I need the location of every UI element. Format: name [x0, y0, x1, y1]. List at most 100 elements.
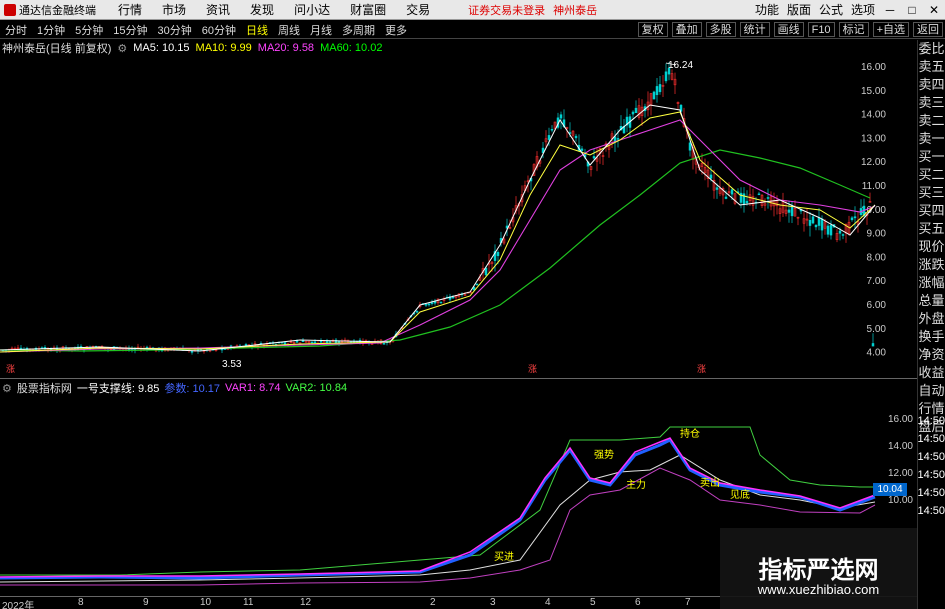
sb-change-pct[interactable]: 涨幅 [918, 274, 945, 292]
price-tick: 16.00 [861, 62, 886, 73]
candle-body [475, 283, 479, 286]
candle-body [382, 343, 386, 345]
date-label: 12 [300, 597, 312, 608]
date-label: 3 [490, 597, 496, 608]
marker-left: 涨 [6, 364, 15, 374]
sb-sell1[interactable]: 卖一 [918, 130, 945, 148]
candle-body [301, 340, 305, 343]
price-tick: 12.00 [861, 157, 886, 168]
sb-time: 14:50 [917, 451, 945, 463]
date-label: 10 [200, 597, 212, 608]
candle-body [652, 91, 656, 100]
candle-body [724, 196, 728, 199]
date-label: 4 [545, 597, 551, 608]
date-label: 7 [685, 597, 691, 608]
sb-auto[interactable]: 自动 [918, 382, 945, 400]
price-tick: 13.00 [861, 133, 886, 144]
sb-earnings[interactable]: 收益 [918, 364, 945, 382]
sb-buy4[interactable]: 买四 [918, 202, 945, 220]
candle-body [559, 114, 563, 119]
indicator-tick: 12.00 [888, 468, 913, 479]
back-button[interactable]: 返回 [913, 22, 943, 37]
candle-body [790, 205, 794, 217]
candle-body [766, 197, 770, 199]
sb-buy1[interactable]: 买一 [918, 148, 945, 166]
candlestick-series [1, 62, 875, 355]
candle-body [871, 343, 875, 347]
candle-body [655, 86, 659, 96]
candle-body [742, 193, 746, 205]
candle-body [616, 138, 620, 140]
candle-body [310, 341, 314, 344]
candle-body [319, 340, 323, 343]
indicator-tick: 14.00 [888, 441, 913, 452]
candle-body [709, 174, 713, 179]
candle-body [496, 252, 500, 257]
indicator-tick: 10.00 [888, 495, 913, 506]
close-icon[interactable]: ✕ [923, 0, 945, 20]
signal-hold: 持仓 [680, 427, 700, 440]
ma5-line [0, 104, 876, 352]
sb-turnover[interactable]: 换手 [918, 328, 945, 346]
candle-body [787, 209, 791, 213]
sb-outer[interactable]: 外盘 [918, 310, 945, 328]
date-label: 8 [78, 597, 84, 608]
sb-buy5[interactable]: 买五 [918, 220, 945, 238]
candle-body [715, 187, 719, 190]
indicator-info-line: ⚙ 股票指标网 一号支撑线: 9.85 参数: 10.17 VAR1: 8.74… [0, 380, 900, 396]
quote-sidebar: 委比 卖五 卖四 卖三 卖二 卖一 买一 买二 买三 买四 买五 现价 涨跌 涨… [917, 40, 945, 609]
sb-netasset[interactable]: 净资 [918, 346, 945, 364]
sb-time: 14:50 [917, 433, 945, 445]
candle-body [592, 156, 596, 159]
sb-change[interactable]: 涨跌 [918, 256, 945, 274]
price-tick: 9.00 [867, 229, 887, 240]
sb-buy3[interactable]: 买三 [918, 184, 945, 202]
price-tick: 6.00 [867, 300, 887, 311]
candle-body [484, 267, 488, 276]
candle-body [838, 230, 842, 234]
date-label: 9 [143, 597, 149, 608]
sidebar-time-list: 14:50 14:50 14:50 14:50 14:50 14:50 [917, 412, 945, 520]
candle-body [190, 351, 194, 353]
sb-time: 14:50 [917, 505, 945, 517]
sb-sell3[interactable]: 卖三 [918, 94, 945, 112]
candle-body [430, 302, 434, 304]
date-label: 5 [590, 597, 596, 608]
date-label: 11 [243, 597, 254, 608]
price-tick: 11.00 [862, 181, 887, 192]
sb-sell5[interactable]: 卖五 [918, 58, 945, 76]
candle-body [829, 224, 833, 236]
price-tick: 15.00 [861, 86, 886, 97]
sb-price[interactable]: 现价 [918, 238, 945, 256]
watermark-title: 指标严选网 [758, 557, 879, 584]
indicator-title: 股票指标网 [16, 383, 72, 395]
sb-sell2[interactable]: 卖二 [918, 112, 945, 130]
indicator-name: 一号支撑线: 9.85 [76, 383, 160, 395]
price-tick: 14.00 [861, 110, 886, 121]
sb-buy2[interactable]: 买二 [918, 166, 945, 184]
indicator-var2: VAR2: 10.84 [285, 382, 348, 394]
pane-divider[interactable] [0, 378, 917, 379]
sb-sell4[interactable]: 卖四 [918, 76, 945, 94]
sb-time: 14:50 [917, 487, 945, 499]
watermark-url: www.xuezhibiao.com [757, 582, 880, 597]
candle-body [808, 219, 812, 226]
signal-sell: 卖出 [700, 476, 720, 489]
candle-body [295, 340, 299, 343]
signal-main: 主力 [626, 478, 646, 491]
candle-body [580, 148, 584, 151]
marker-mid: 涨 [528, 364, 537, 374]
candle-body [574, 135, 578, 139]
price-tick: 5.00 [867, 324, 887, 335]
sb-volume[interactable]: 总量 [918, 292, 945, 310]
kline-chart[interactable]: 16.00 15.00 14.00 13.00 12.00 11.00 10.00 9.00 8… [0, 0, 917, 596]
candle-body [328, 341, 332, 343]
indicator-gear-icon[interactable]: ⚙ [2, 382, 12, 395]
candle-body [415, 311, 419, 313]
candle-body [664, 71, 668, 82]
candle-body [688, 142, 692, 151]
candle-body [658, 84, 662, 93]
candle-body [634, 107, 638, 114]
current-price-tag: 10.04 [873, 483, 907, 496]
sb-weibi[interactable]: 委比 [918, 40, 945, 58]
